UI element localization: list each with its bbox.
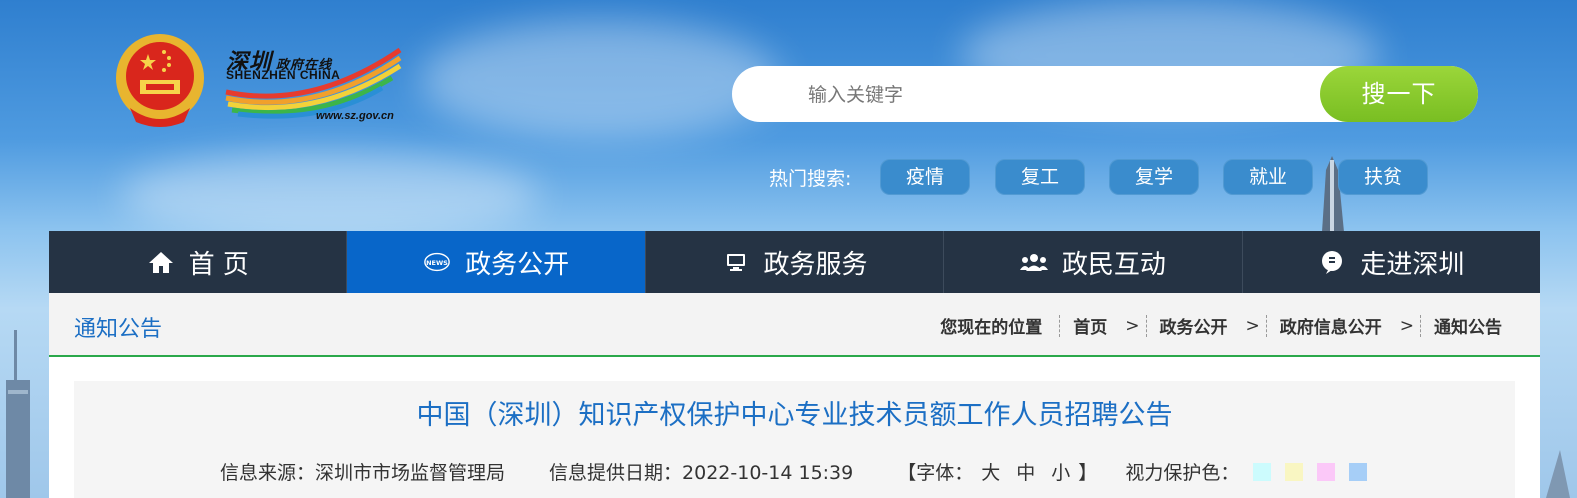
- main-nav: 首 页 NEWS 政务公开 政务服务 政民互动 走进深圳: [49, 231, 1540, 293]
- news-icon: NEWS: [423, 248, 451, 276]
- font-size-close-bracket: 】: [1078, 462, 1098, 484]
- nav-item-public-interaction[interactable]: 政民互动: [944, 231, 1243, 293]
- hot-search-tag[interactable]: 疫情: [880, 159, 970, 195]
- article-meta: 信息来源：深圳市市场监督管理局 信息提供日期：2022-10-14 15:39 …: [220, 458, 1368, 485]
- skyscraper-image: [6, 330, 30, 498]
- people-icon: [1019, 248, 1048, 276]
- breadcrumb-bar: 通知公告 您现在的位置 首页 > 政务公开 > 政府信息公开 > 通知公告: [49, 293, 1540, 357]
- chat-icon: [1318, 248, 1346, 276]
- national-emblem-logo: [116, 34, 204, 127]
- font-size-medium-button[interactable]: 中: [1016, 458, 1035, 485]
- font-size-large-button[interactable]: 大: [981, 458, 1000, 485]
- eye-color-swatch-cyan[interactable]: [1253, 462, 1272, 481]
- breadcrumb-divider: [1265, 314, 1267, 337]
- breadcrumb-link-government-info[interactable]: 政府信息公开: [1280, 313, 1382, 338]
- section-title: 通知公告: [74, 317, 163, 342]
- skyscraper-image: [1546, 450, 1570, 498]
- breadcrumb-link-notices[interactable]: 通知公告: [1434, 313, 1502, 338]
- eye-color-swatch-blue[interactable]: [1349, 462, 1368, 481]
- svg-text:NEWS: NEWS: [426, 259, 448, 267]
- nav-item-government-affairs[interactable]: NEWS 政务公开: [347, 231, 646, 293]
- nav-item-label: 首 页: [188, 249, 249, 280]
- eye-protection-label: 视力保护色：: [1125, 462, 1240, 484]
- content-panel: 通知公告 您现在的位置 首页 > 政务公开 > 政府信息公开 > 通知公告 中国…: [49, 293, 1540, 498]
- nav-item-government-services[interactable]: 政务服务: [646, 231, 945, 293]
- font-size-small-button[interactable]: 小: [1051, 458, 1070, 485]
- chevron-right-icon: >: [1399, 315, 1414, 336]
- monitor-icon: [722, 248, 750, 276]
- article-header: 中国（深圳）知识产权保护中心专业技术员额工作人员招聘公告 信息来源：深圳市市场监…: [74, 381, 1515, 498]
- breadcrumb-divider: [1059, 314, 1061, 337]
- breadcrumb-link-government-affairs[interactable]: 政务公开: [1160, 313, 1228, 338]
- article-date: 信息提供日期：2022-10-14 15:39: [549, 462, 854, 484]
- logo-url-text: www.sz.gov.cn: [316, 110, 394, 122]
- eye-color-swatch-pink[interactable]: [1317, 462, 1336, 481]
- hot-search-tag[interactable]: 就业: [1223, 159, 1313, 195]
- hot-search-tag[interactable]: 扶贫: [1338, 159, 1428, 195]
- hot-search-tag[interactable]: 复学: [1109, 159, 1199, 195]
- eye-color-swatch-yellow[interactable]: [1285, 462, 1304, 481]
- nav-item-label: 政民互动: [1061, 249, 1166, 280]
- font-size-label: 【字体：: [897, 462, 974, 484]
- chevron-right-icon: >: [1125, 315, 1140, 336]
- article-title: 中国（深圳）知识产权保护中心专业技术员额工作人员招聘公告: [416, 400, 1173, 431]
- breadcrumb-location-label: 您现在的位置: [940, 318, 1043, 338]
- nav-item-label: 走进深圳: [1360, 249, 1465, 280]
- nav-item-home[interactable]: 首 页: [49, 231, 348, 293]
- search-input[interactable]: [806, 78, 1310, 112]
- article-source: 信息来源：深圳市市场监督管理局: [220, 462, 506, 484]
- hot-search-tag[interactable]: 复工: [995, 159, 1085, 195]
- sky-cloud: [120, 150, 540, 240]
- nav-item-about-shenzhen[interactable]: 走进深圳: [1243, 231, 1540, 293]
- breadcrumb: 您现在的位置 首页 > 政务公开 > 政府信息公开 > 通知公告: [940, 313, 1502, 338]
- nav-item-label: 政务服务: [763, 249, 868, 280]
- logo-english-text: SHENZHEN CHINA: [226, 68, 341, 82]
- chevron-right-icon: >: [1245, 315, 1260, 336]
- breadcrumb-link-home[interactable]: 首页: [1073, 313, 1107, 338]
- hot-search-label: 热门搜索:: [769, 168, 852, 190]
- home-icon: [147, 248, 175, 276]
- breadcrumb-divider: [1145, 314, 1147, 337]
- sky-cloud: [420, 20, 780, 140]
- breadcrumb-divider: [1420, 314, 1421, 337]
- search-box: 搜一下: [732, 66, 1478, 122]
- nav-item-label: 政务公开: [465, 249, 570, 280]
- search-button[interactable]: 搜一下: [1320, 66, 1478, 122]
